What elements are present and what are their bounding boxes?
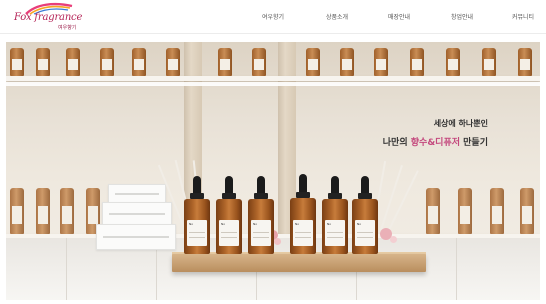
shelf-bottle xyxy=(100,48,114,76)
dropper-bottle: No xyxy=(352,176,378,254)
main-nav: 여우향기 상품소개 매장안내 창업안내 커뮤니티 xyxy=(0,12,546,24)
site-header: Fox fragrance 여우향기 여우향기 상품소개 매장안내 창업안내 커… xyxy=(0,0,546,34)
shelf-bottle xyxy=(10,48,24,76)
nav-item-about[interactable]: 여우향기 xyxy=(262,12,284,21)
shelf-bottle xyxy=(166,48,180,76)
gift-box xyxy=(108,184,166,204)
shelf-bottle xyxy=(218,48,232,76)
wooden-tray xyxy=(172,254,426,272)
shelf-bottle xyxy=(482,48,496,76)
shelf-bottle xyxy=(306,48,320,76)
shelf-bottle xyxy=(446,48,460,76)
shelf-bottle xyxy=(520,188,534,234)
flower-icon xyxy=(390,236,397,243)
dropper-bottle: No xyxy=(290,174,316,254)
headline-suffix: 만들기 xyxy=(460,138,488,148)
gift-box xyxy=(96,224,176,250)
shelf-bottle xyxy=(340,48,354,76)
shelf xyxy=(6,76,540,81)
shelf-bottle xyxy=(252,48,266,76)
shelf-bottle xyxy=(36,188,50,234)
dropper-bottle: No xyxy=(184,176,210,254)
nav-item-stores[interactable]: 매장안내 xyxy=(388,12,410,21)
brand-subtitle: 여우향기 xyxy=(58,25,77,31)
shelf-bottle xyxy=(410,48,424,76)
shelf-bottle xyxy=(66,48,80,76)
headline-accent: 향수&디퓨저 xyxy=(410,138,461,148)
dropper-bottle: No xyxy=(322,176,348,254)
flower-icon xyxy=(274,238,281,245)
shelf-bottle xyxy=(518,48,532,76)
shelf-bottle xyxy=(60,188,74,234)
shelf-bottle xyxy=(458,188,472,234)
shelf-bottle xyxy=(374,48,388,76)
shelf-bottle xyxy=(10,188,24,234)
shelf-bottle xyxy=(426,188,440,234)
hero-banner[interactable]: 세상에 하나뿐인 나만의 향수&디퓨저 만들기 No No No No No N… xyxy=(6,42,540,300)
nav-item-products[interactable]: 상품소개 xyxy=(326,12,348,21)
hero-headline: 세상에 하나뿐인 나만의 향수&디퓨저 만들기 xyxy=(383,118,488,148)
dropper-bottle: No xyxy=(248,176,274,254)
gift-box xyxy=(102,202,172,226)
dropper-bottle: No xyxy=(216,176,242,254)
headline-prefix: 나만의 xyxy=(382,138,411,148)
shelf-light xyxy=(6,82,540,86)
headline-line-1: 세상에 하나뿐인 xyxy=(433,119,488,128)
headline-line-2: 나만의 향수&디퓨저 만들기 xyxy=(383,135,488,148)
nav-item-franchise[interactable]: 창업안내 xyxy=(451,12,473,21)
nav-item-community[interactable]: 커뮤니티 xyxy=(512,12,534,21)
page: Fox fragrance 여우향기 여우향기 상품소개 매장안내 창업안내 커… xyxy=(0,0,546,304)
shelf-bottle xyxy=(490,188,504,234)
shelf-bottle xyxy=(36,48,50,76)
shelf-bottle xyxy=(132,48,146,76)
